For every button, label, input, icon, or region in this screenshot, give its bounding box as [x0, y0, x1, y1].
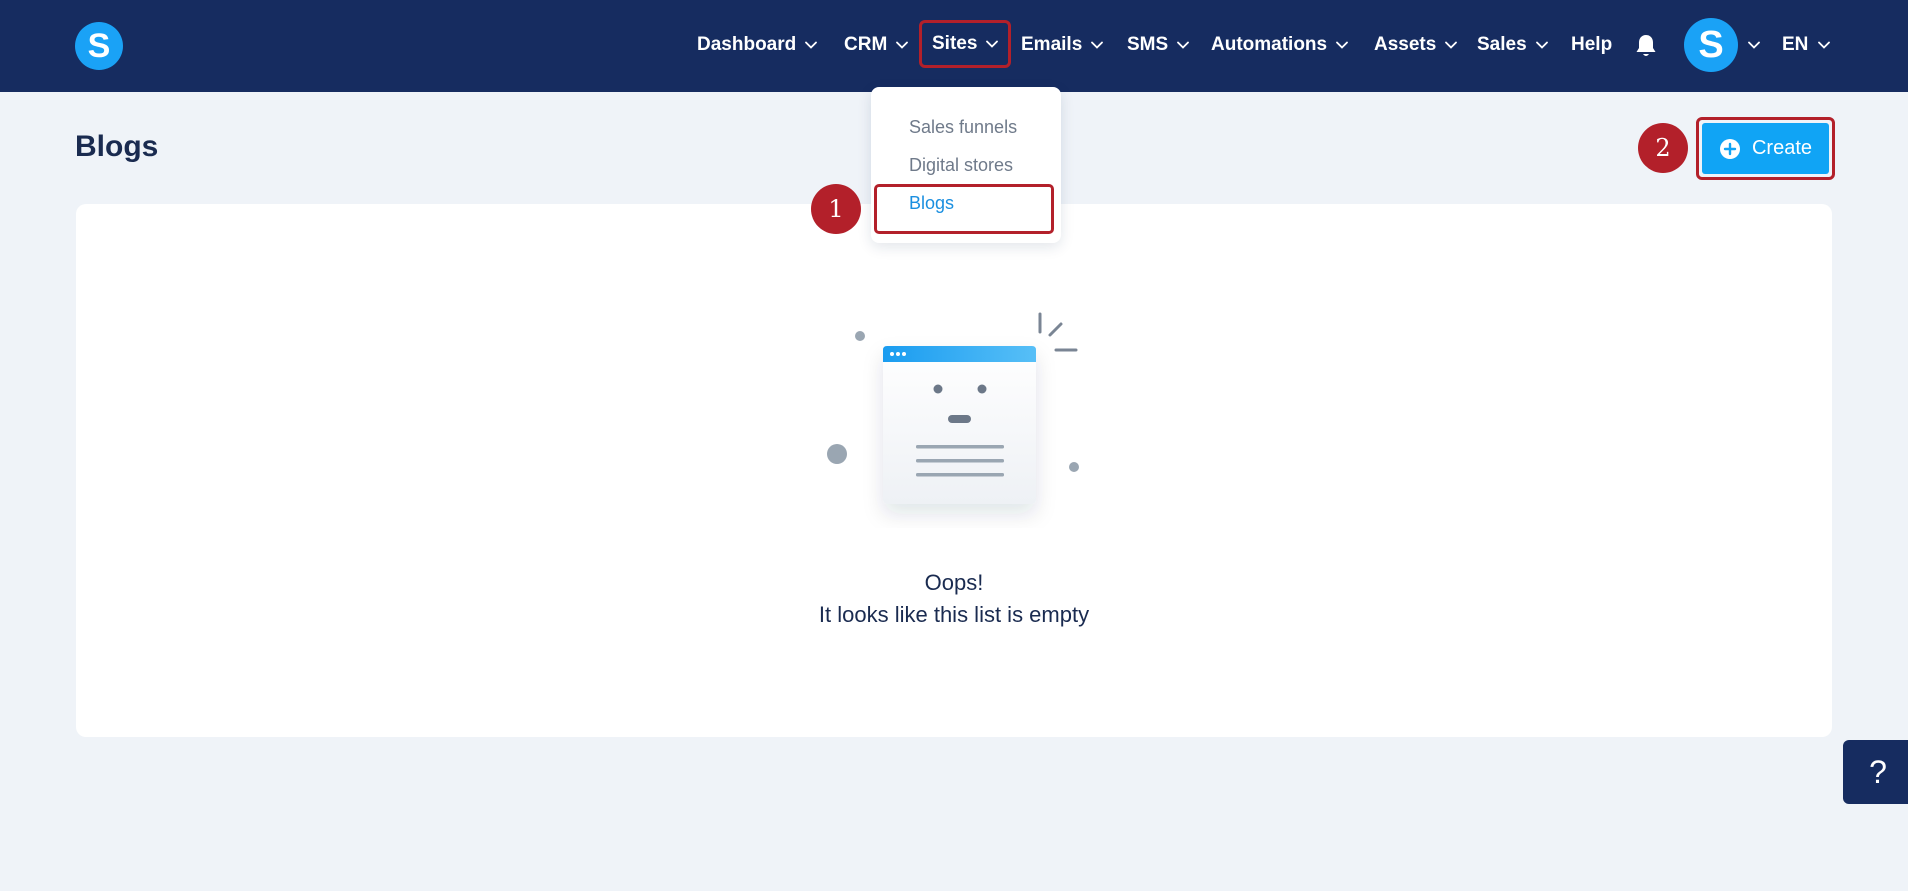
nav-dashboard-label: Dashboard	[697, 34, 797, 55]
nav-automations-label: Automations	[1211, 34, 1328, 55]
nav-emails-label: Emails	[1021, 34, 1083, 55]
create-button-highlight: Create	[1696, 117, 1835, 180]
nav-sms[interactable]: SMS	[1127, 28, 1190, 62]
chevron-down-icon	[1818, 41, 1831, 49]
chevron-down-icon	[805, 41, 818, 49]
nav-sites-label: Sites	[932, 33, 978, 54]
chevron-down-icon	[1445, 41, 1458, 49]
empty-list-illustration	[827, 312, 1079, 504]
empty-state-subtitle: It looks like this list is empty	[818, 602, 1090, 627]
nav-crm-label: CRM	[844, 34, 888, 55]
nav-help[interactable]: Help	[1571, 28, 1612, 62]
user-avatar[interactable]: S	[1684, 18, 1738, 72]
nav-crm[interactable]: CRM	[844, 28, 909, 62]
help-icon: ?	[1869, 753, 1887, 790]
nav-automations[interactable]: Automations	[1211, 28, 1349, 62]
language-selector[interactable]: EN	[1782, 28, 1831, 62]
menu-item-digital-stores[interactable]: Digital stores	[909, 155, 1013, 176]
chevron-down-icon[interactable]	[1748, 41, 1760, 49]
language-label: EN	[1782, 34, 1809, 55]
nav-sales-label: Sales	[1477, 34, 1527, 55]
top-navbar: S Dashboard CRM Sites Emails SMS Automat…	[0, 0, 1908, 92]
help-float-button[interactable]: ?	[1843, 740, 1908, 804]
create-button[interactable]: Create	[1702, 123, 1829, 174]
nav-help-label: Help	[1571, 34, 1613, 55]
step-1-annotation: 1	[811, 184, 861, 234]
nav-sales[interactable]: Sales	[1477, 28, 1548, 62]
avatar-letter: S	[1698, 24, 1724, 66]
create-button-label: Create	[1751, 137, 1813, 159]
chevron-down-icon	[1091, 41, 1104, 49]
chevron-down-icon	[986, 40, 999, 48]
nav-dashboard[interactable]: Dashboard	[697, 28, 818, 62]
page-title: Blogs	[75, 130, 159, 163]
step-2-annotation: 2	[1638, 123, 1688, 173]
plus-circle-icon	[1719, 138, 1740, 159]
menu-item-sales-funnels[interactable]: Sales funnels	[909, 117, 1017, 138]
main-nav: Dashboard CRM Sites Emails SMS Automatio…	[0, 0, 1908, 92]
nav-assets[interactable]: Assets	[1374, 28, 1458, 62]
nav-sites[interactable]: Sites	[919, 20, 1012, 68]
nav-emails[interactable]: Emails	[1021, 28, 1104, 62]
chevron-down-icon	[896, 41, 909, 49]
nav-assets-label: Assets	[1374, 34, 1437, 55]
chevron-down-icon	[1535, 41, 1548, 49]
chevron-down-icon	[1177, 41, 1190, 49]
chevron-down-icon	[1336, 41, 1349, 49]
nav-sms-label: SMS	[1127, 34, 1169, 55]
bell-icon[interactable]	[1634, 33, 1658, 59]
empty-state-title: Oops!	[924, 570, 984, 595]
blogs-highlight-box	[874, 184, 1054, 234]
